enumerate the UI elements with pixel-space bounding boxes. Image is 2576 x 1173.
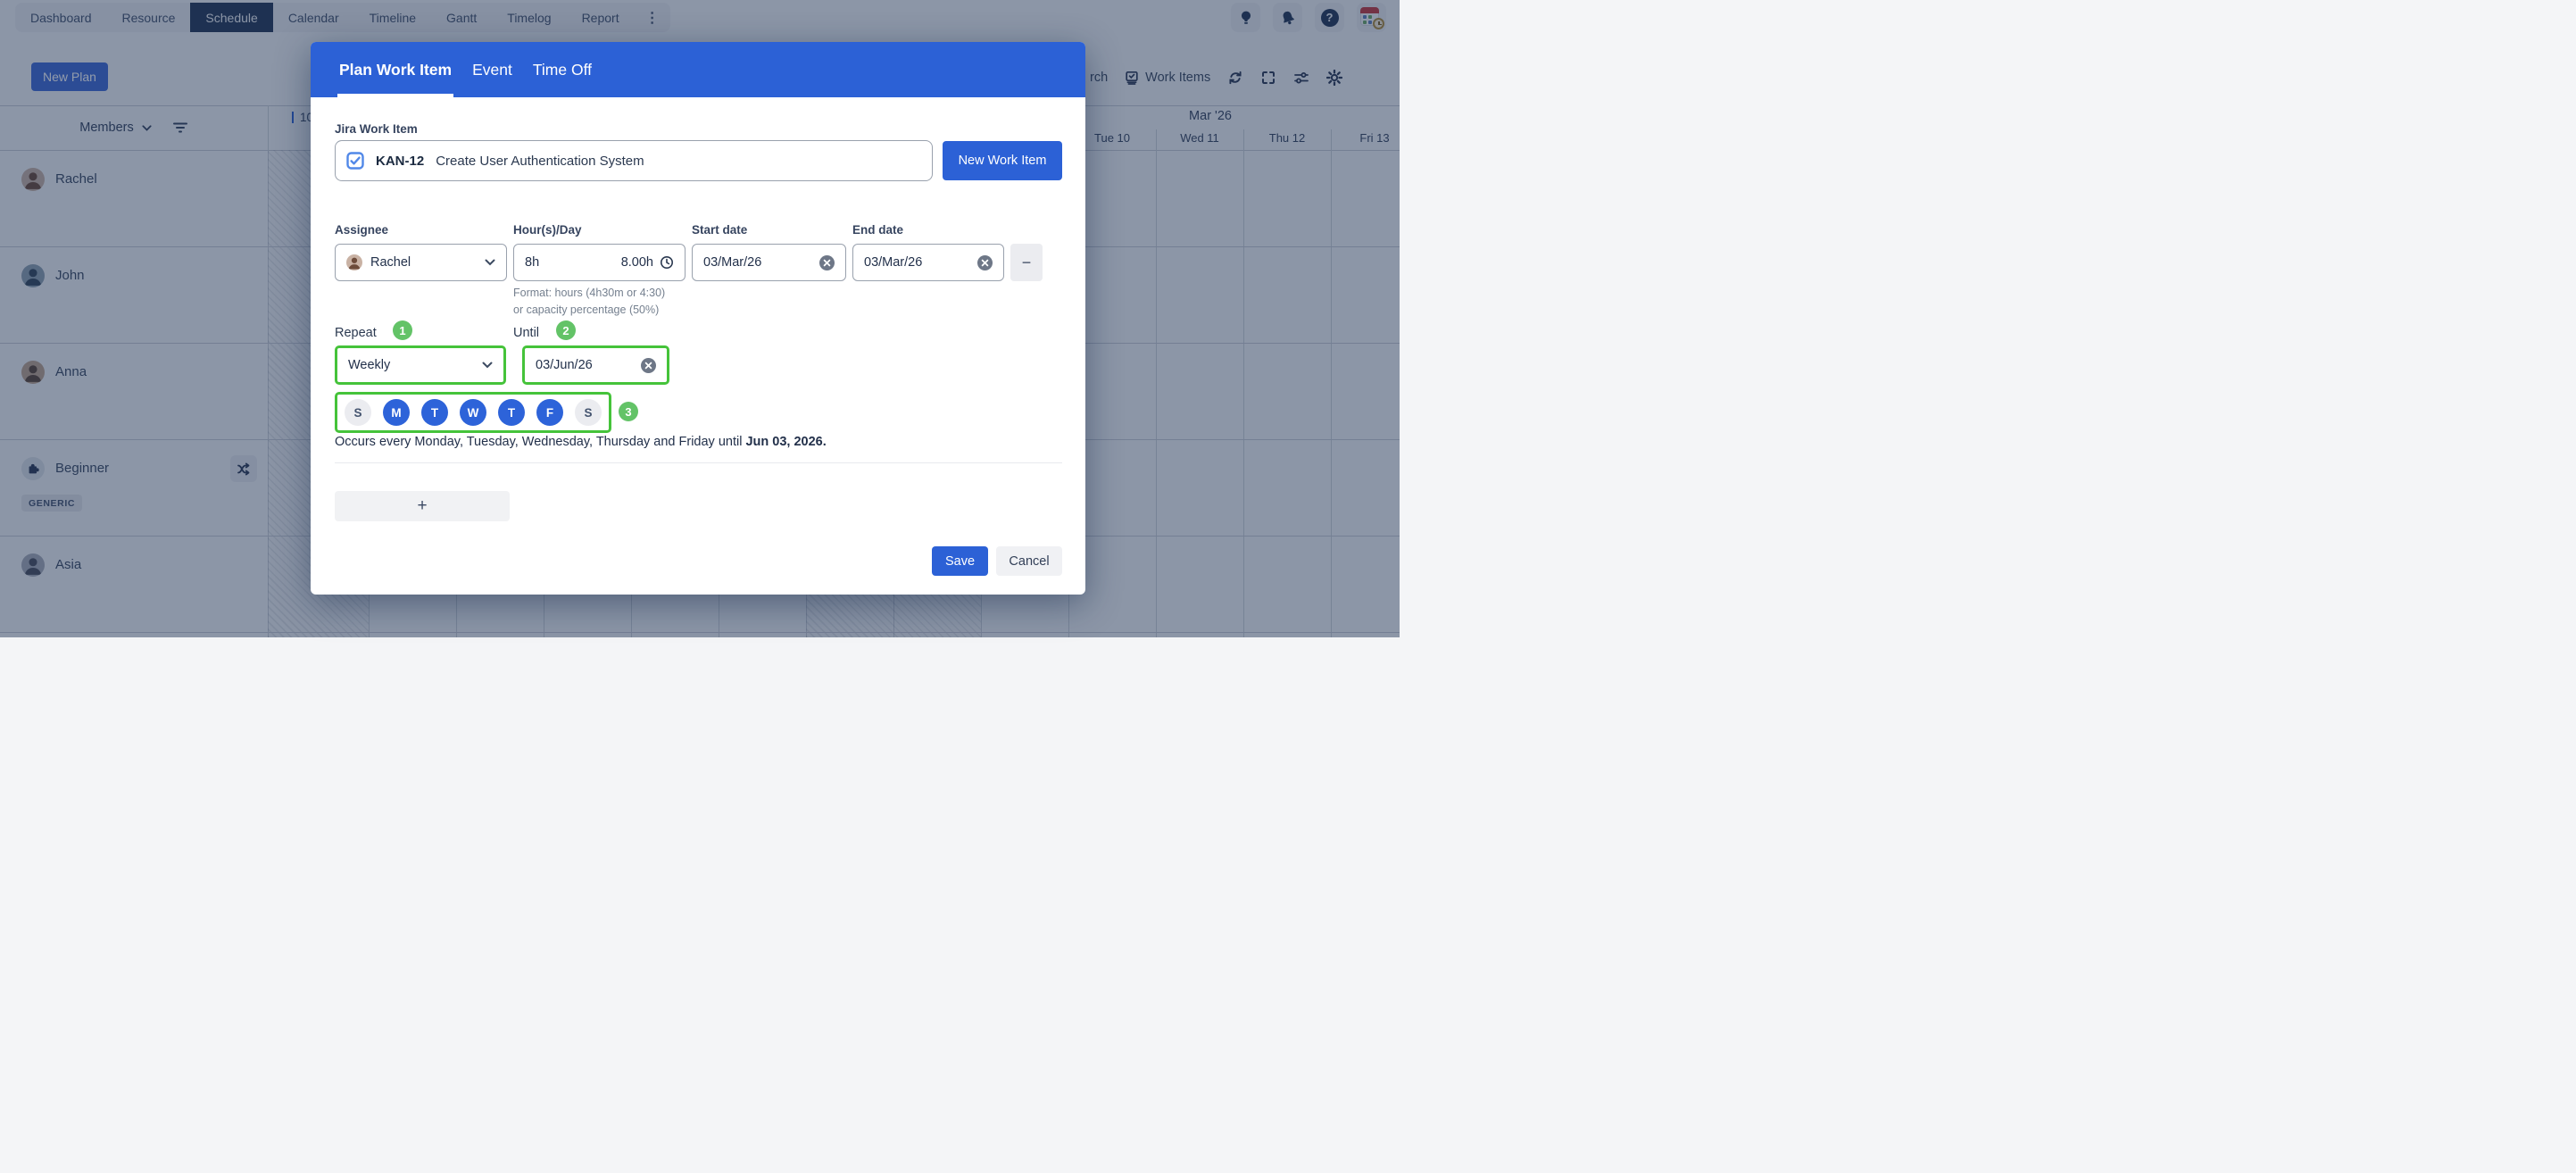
until-date-input[interactable]: 03/Jun/26 [522, 345, 669, 385]
tab-time-off[interactable]: Time Off [531, 42, 594, 97]
hours-format-hint2: or capacity percentage (50%) [513, 304, 659, 316]
hours-label: Hour(s)/Day [513, 223, 582, 237]
clock-icon[interactable] [660, 255, 674, 270]
weekday-pill-mon[interactable]: M [383, 399, 410, 426]
annotation-badge-1: 1 [393, 320, 412, 340]
hours-per-day-input[interactable]: 8h 8.00h [513, 244, 686, 281]
tab-plan-work-item[interactable]: Plan Work Item [337, 42, 453, 97]
start-date-label: Start date [692, 223, 747, 237]
remove-row-button[interactable]: − [1010, 244, 1043, 281]
task-checkbox-icon [346, 152, 364, 170]
add-row-button[interactable]: + [335, 491, 510, 521]
weekday-pill-sat[interactable]: S [575, 399, 602, 426]
tab-event[interactable]: Event [470, 42, 514, 97]
assignee-select[interactable]: Rachel [335, 244, 507, 281]
start-date-input[interactable]: 03/Mar/26 [692, 244, 846, 281]
hours-computed: 8.00h [621, 255, 653, 270]
clear-icon[interactable] [977, 255, 993, 270]
recurrence-until-date: Jun 03, 2026. [745, 435, 826, 449]
start-date-value: 03/Mar/26 [703, 255, 761, 270]
end-date-input[interactable]: 03/Mar/26 [852, 244, 1004, 281]
clear-icon[interactable] [819, 255, 835, 270]
end-date-value: 03/Mar/26 [864, 255, 922, 270]
divider [335, 462, 1062, 463]
weekday-pill-wed[interactable]: W [460, 399, 486, 426]
new-work-item-button[interactable]: New Work Item [943, 141, 1062, 180]
weekday-pill-thu[interactable]: T [498, 399, 525, 426]
plan-work-item-dialog: Plan Work Item Event Time Off Jira Work … [311, 42, 1085, 595]
recurrence-summary-text: Occurs every Monday, Tuesday, Wednesday,… [335, 435, 745, 449]
work-item-key: KAN-12 [376, 154, 424, 169]
assignee-value: Rachel [370, 255, 411, 270]
clear-icon[interactable] [641, 358, 656, 373]
recurrence-summary: Occurs every Monday, Tuesday, Wednesday,… [335, 435, 827, 449]
repeat-label: Repeat [335, 326, 377, 340]
jira-work-item-label: Jira Work Item [335, 122, 418, 136]
avatar [346, 254, 362, 270]
weekday-pill-tue[interactable]: T [421, 399, 448, 426]
dialog-header: Plan Work Item Event Time Off [311, 42, 1085, 97]
weekday-pill-fri[interactable]: F [536, 399, 563, 426]
assignee-label: Assignee [335, 223, 388, 237]
save-button[interactable]: Save [932, 546, 988, 576]
hours-format-hint: Format: hours (4h30m or 4:30) [513, 287, 665, 299]
annotation-badge-2: 2 [556, 320, 576, 340]
until-label: Until [513, 326, 539, 340]
end-date-label: End date [852, 223, 903, 237]
work-item-picker[interactable]: KAN-12 Create User Authentication System [335, 140, 933, 181]
weekday-selector: S M T W T F S [335, 392, 611, 433]
chevron-down-icon [485, 259, 495, 266]
weekday-pill-sun[interactable]: S [345, 399, 371, 426]
repeat-value: Weekly [348, 358, 390, 372]
annotation-badge-3: 3 [619, 402, 638, 421]
hours-value: 8h [525, 255, 539, 270]
work-item-summary: Create User Authentication System [436, 154, 644, 169]
chevron-down-icon [482, 362, 493, 369]
cancel-button[interactable]: Cancel [996, 546, 1062, 576]
repeat-select[interactable]: Weekly [335, 345, 506, 385]
until-date-value: 03/Jun/26 [536, 358, 593, 372]
